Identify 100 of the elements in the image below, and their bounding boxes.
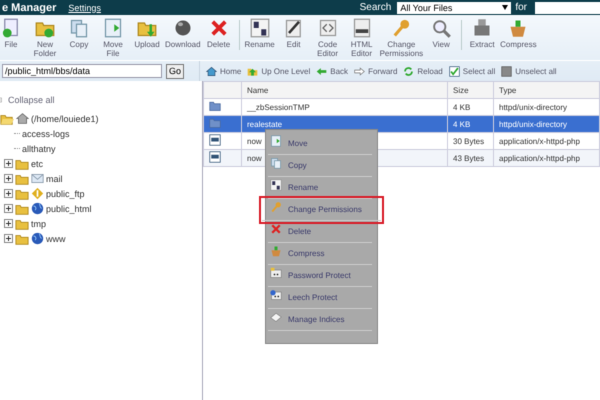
toolbar-button[interactable]: View [424,18,458,49]
path-field[interactable]: /public_html/bbs/data [2,64,162,78]
menu-item[interactable]: Manage Indices [268,309,372,331]
window-icon [270,266,282,278]
table-cell: 4 KB [453,120,470,128]
table-cell: __zbSessionTMP [247,102,310,112]
toolbar-button[interactable]: File [0,18,28,49]
nav-button[interactable]: Unselect all [501,66,557,76]
home-icon [206,66,217,76]
globe-icon [31,232,44,245]
toolbar-button[interactable]: Change Permissions [378,18,424,58]
toolbar-button[interactable]: Extract [465,18,500,49]
book-icon [270,310,282,322]
toolbar-button[interactable]: Download [164,18,202,49]
box-icon [270,244,282,256]
toolbar-button[interactable]: HTML Editor [344,18,379,58]
checkbox-icon [501,66,512,76]
menu-item[interactable]: Rename [268,177,372,199]
envelope-icon [31,172,44,185]
table-cell: 30 Bytes [453,136,484,146]
column-header[interactable]: Size [448,82,494,98]
nav-button[interactable]: Back [316,66,348,76]
table-cell: realestate [247,120,282,128]
menu-item[interactable]: Leech Protect [268,287,372,309]
toolbar-button[interactable]: Rename [242,18,277,49]
expand-icon[interactable] [4,174,13,183]
menu-item[interactable]: Delete [268,221,372,243]
toolbar-button[interactable]: Code Editor [310,18,345,58]
table-cell: 43 Bytes [453,154,484,162]
expand-icon[interactable] [4,219,13,228]
go-button[interactable]: Go [166,64,184,78]
expand-icon[interactable] [4,189,13,198]
window-icon [270,288,282,300]
column-header[interactable]: Type [494,82,600,98]
table-cell: now [247,136,262,146]
search-field[interactable] [535,2,600,14]
app-title: e Manager [1,2,56,14]
php-file-icon [209,151,221,163]
nav-button[interactable]: Reload [403,66,443,76]
tree-item[interactable]: mail [46,174,63,184]
nav-button[interactable]: Forward [354,66,398,76]
table-cell: httpd/unix-directory [499,102,568,112]
menu-item[interactable]: Move [268,133,372,155]
menu-item[interactable]: Copy [268,155,372,177]
table-cell: now [247,154,262,162]
toolbar-button[interactable]: Delete [202,18,236,49]
tree-item[interactable]: public_ftp [46,188,85,198]
for-label: for [515,2,527,13]
expand-icon[interactable] [4,159,13,168]
key-icon [391,18,412,38]
toolbar-button[interactable]: New Folder [28,18,62,58]
tree-item[interactable]: (/home/louiede1) [0,111,202,126]
checkbox-icon [448,66,460,76]
folder-icon [209,117,221,129]
toolbar-button[interactable]: Compress [499,18,538,49]
forward-arrow-icon [354,66,366,76]
menu-item[interactable]: Compress [268,243,372,265]
file-icon [1,18,21,38]
nav-button[interactable]: Up One Level [247,66,310,76]
delete-icon [270,222,282,234]
expand-icon[interactable] [4,234,13,243]
tree-item[interactable]: allthatny [22,144,56,154]
diamond-icon [31,187,44,200]
search-icon [431,18,452,38]
box-icon [472,18,492,38]
settings-link[interactable]: Settings [68,2,101,12]
rename-icon [250,18,270,38]
menu-item[interactable]: Password Protect [268,265,372,287]
table-cell: application/x-httpd-php [499,154,580,162]
delete-icon [208,18,229,38]
reload-icon [403,66,414,76]
menu-item[interactable]: Change Permissions [262,199,381,221]
search-label: Search [360,2,392,13]
globe-icon [31,202,44,215]
tree-item[interactable]: tmp [31,218,46,228]
search-scope-dropdown[interactable]: All Your Files [397,2,512,14]
box-icon [508,18,528,38]
toolbar-button[interactable]: Edit [276,18,311,49]
ball-icon [172,18,193,38]
back-arrow-icon [316,66,328,76]
toolbar-button[interactable]: Upload [130,18,164,49]
copy-icon [69,18,89,38]
key-icon [270,200,282,212]
tree-item[interactable]: www [46,234,66,244]
tree-item[interactable]: access-logs [22,128,70,138]
tree-item[interactable]: public_html [46,204,92,214]
toolbar-button[interactable]: Move File [96,18,130,58]
table-cell: application/x-httpd-php [499,136,580,146]
php-file-icon [209,134,221,146]
pencil-icon [284,18,304,38]
nav-button[interactable]: Select all [448,66,496,76]
column-header[interactable]: Name [242,82,448,98]
rename-icon [270,178,282,190]
tree-item[interactable]: etc [31,158,44,168]
nav-button[interactable]: Home [206,66,242,76]
table-cell: httpd/unix-directory [499,120,568,128]
expand-icon[interactable] [4,204,13,213]
collapse-all-link[interactable]: Collapse all [0,93,202,107]
toolbar-button[interactable]: Copy [62,18,96,49]
copy-icon [270,156,282,168]
